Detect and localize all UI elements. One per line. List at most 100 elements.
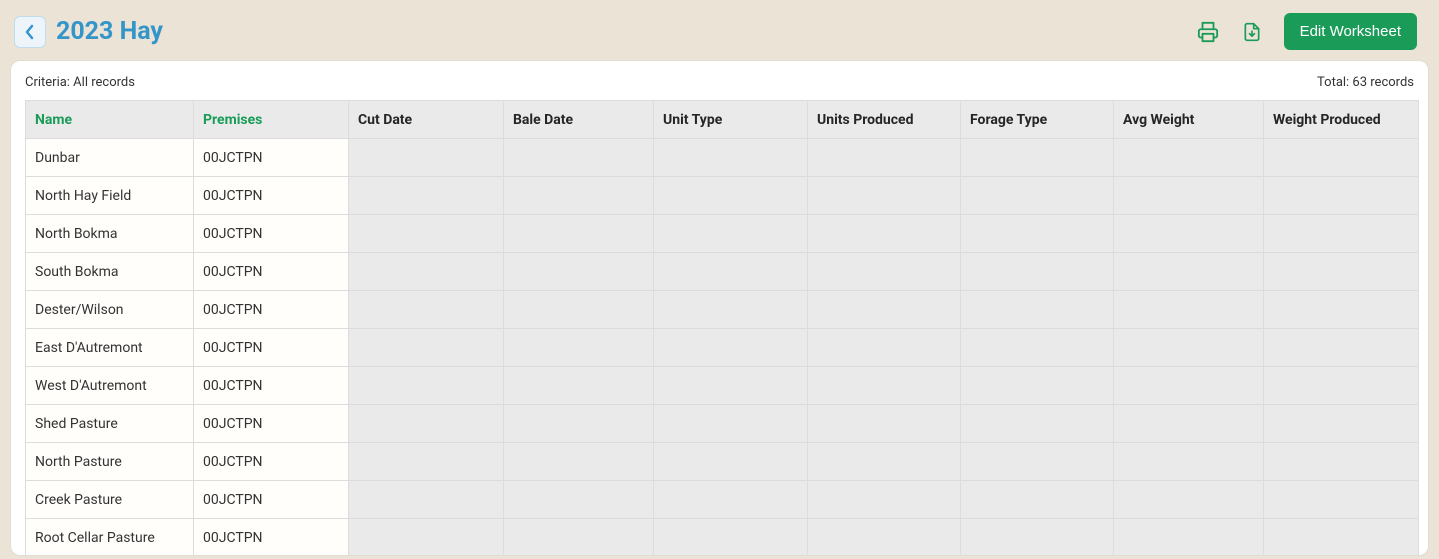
cell-weight_produced[interactable] bbox=[1264, 139, 1419, 177]
cell-avg_weight[interactable] bbox=[1114, 253, 1264, 291]
cell-bale_date[interactable] bbox=[504, 177, 654, 215]
cell-weight_produced[interactable] bbox=[1264, 329, 1419, 367]
cell-units_produced[interactable] bbox=[808, 253, 961, 291]
cell-units_produced[interactable] bbox=[808, 291, 961, 329]
cell-forage_type[interactable] bbox=[961, 139, 1114, 177]
cell-forage_type[interactable] bbox=[961, 291, 1114, 329]
cell-premises[interactable]: 00JCTPN bbox=[194, 291, 349, 329]
cell-premises[interactable]: 00JCTPN bbox=[194, 367, 349, 405]
table-row[interactable]: Root Cellar Pasture00JCTPN bbox=[26, 519, 1419, 557]
cell-avg_weight[interactable] bbox=[1114, 519, 1264, 557]
cell-name[interactable]: Shed Pasture bbox=[26, 405, 194, 443]
cell-avg_weight[interactable] bbox=[1114, 329, 1264, 367]
print-button[interactable] bbox=[1196, 20, 1220, 44]
cell-forage_type[interactable] bbox=[961, 443, 1114, 481]
cell-name[interactable]: North Pasture bbox=[26, 443, 194, 481]
cell-units_produced[interactable] bbox=[808, 177, 961, 215]
cell-units_produced[interactable] bbox=[808, 443, 961, 481]
column-header[interactable]: Cut Date bbox=[349, 101, 504, 139]
cell-bale_date[interactable] bbox=[504, 215, 654, 253]
cell-weight_produced[interactable] bbox=[1264, 481, 1419, 519]
cell-weight_produced[interactable] bbox=[1264, 253, 1419, 291]
cell-unit_type[interactable] bbox=[654, 405, 808, 443]
cell-weight_produced[interactable] bbox=[1264, 291, 1419, 329]
cell-unit_type[interactable] bbox=[654, 139, 808, 177]
cell-premises[interactable]: 00JCTPN bbox=[194, 329, 349, 367]
cell-premises[interactable]: 00JCTPN bbox=[194, 177, 349, 215]
cell-avg_weight[interactable] bbox=[1114, 367, 1264, 405]
cell-name[interactable]: South Bokma bbox=[26, 253, 194, 291]
cell-avg_weight[interactable] bbox=[1114, 177, 1264, 215]
table-row[interactable]: North Bokma00JCTPN bbox=[26, 215, 1419, 253]
cell-units_produced[interactable] bbox=[808, 405, 961, 443]
cell-units_produced[interactable] bbox=[808, 519, 961, 557]
cell-forage_type[interactable] bbox=[961, 253, 1114, 291]
table-row[interactable]: West D'Autremont00JCTPN bbox=[26, 367, 1419, 405]
cell-weight_produced[interactable] bbox=[1264, 443, 1419, 481]
cell-units_produced[interactable] bbox=[808, 139, 961, 177]
column-header[interactable]: Bale Date bbox=[504, 101, 654, 139]
cell-avg_weight[interactable] bbox=[1114, 215, 1264, 253]
cell-bale_date[interactable] bbox=[504, 519, 654, 557]
cell-bale_date[interactable] bbox=[504, 481, 654, 519]
cell-weight_produced[interactable] bbox=[1264, 367, 1419, 405]
cell-cut_date[interactable] bbox=[349, 367, 504, 405]
cell-premises[interactable]: 00JCTPN bbox=[194, 405, 349, 443]
table-row[interactable]: North Pasture00JCTPN bbox=[26, 443, 1419, 481]
cell-units_produced[interactable] bbox=[808, 329, 961, 367]
cell-cut_date[interactable] bbox=[349, 177, 504, 215]
cell-weight_produced[interactable] bbox=[1264, 519, 1419, 557]
cell-cut_date[interactable] bbox=[349, 253, 504, 291]
table-row[interactable]: Creek Pasture00JCTPN bbox=[26, 481, 1419, 519]
cell-unit_type[interactable] bbox=[654, 177, 808, 215]
cell-name[interactable]: Creek Pasture bbox=[26, 481, 194, 519]
cell-bale_date[interactable] bbox=[504, 253, 654, 291]
cell-cut_date[interactable] bbox=[349, 139, 504, 177]
cell-forage_type[interactable] bbox=[961, 215, 1114, 253]
cell-premises[interactable]: 00JCTPN bbox=[194, 519, 349, 557]
cell-premises[interactable]: 00JCTPN bbox=[194, 139, 349, 177]
cell-name[interactable]: North Bokma bbox=[26, 215, 194, 253]
table-row[interactable]: North Hay Field00JCTPN bbox=[26, 177, 1419, 215]
cell-unit_type[interactable] bbox=[654, 291, 808, 329]
cell-unit_type[interactable] bbox=[654, 443, 808, 481]
cell-bale_date[interactable] bbox=[504, 443, 654, 481]
cell-cut_date[interactable] bbox=[349, 329, 504, 367]
cell-forage_type[interactable] bbox=[961, 367, 1114, 405]
cell-avg_weight[interactable] bbox=[1114, 405, 1264, 443]
column-header[interactable]: Weight Produced bbox=[1264, 101, 1419, 139]
column-header[interactable]: Name bbox=[26, 101, 194, 139]
column-header[interactable]: Units Produced bbox=[808, 101, 961, 139]
edit-worksheet-button[interactable]: Edit Worksheet bbox=[1284, 13, 1417, 50]
cell-cut_date[interactable] bbox=[349, 291, 504, 329]
cell-unit_type[interactable] bbox=[654, 253, 808, 291]
cell-unit_type[interactable] bbox=[654, 519, 808, 557]
table-row[interactable]: Dester/Wilson00JCTPN bbox=[26, 291, 1419, 329]
export-button[interactable] bbox=[1240, 20, 1264, 44]
cell-forage_type[interactable] bbox=[961, 177, 1114, 215]
cell-premises[interactable]: 00JCTPN bbox=[194, 481, 349, 519]
cell-weight_produced[interactable] bbox=[1264, 405, 1419, 443]
cell-unit_type[interactable] bbox=[654, 367, 808, 405]
cell-weight_produced[interactable] bbox=[1264, 177, 1419, 215]
table-row[interactable]: East D'Autremont00JCTPN bbox=[26, 329, 1419, 367]
cell-cut_date[interactable] bbox=[349, 443, 504, 481]
table-row[interactable]: Dunbar00JCTPN bbox=[26, 139, 1419, 177]
cell-name[interactable]: East D'Autremont bbox=[26, 329, 194, 367]
cell-forage_type[interactable] bbox=[961, 405, 1114, 443]
cell-forage_type[interactable] bbox=[961, 329, 1114, 367]
cell-name[interactable]: Dester/Wilson bbox=[26, 291, 194, 329]
cell-unit_type[interactable] bbox=[654, 215, 808, 253]
cell-avg_weight[interactable] bbox=[1114, 481, 1264, 519]
cell-bale_date[interactable] bbox=[504, 329, 654, 367]
cell-unit_type[interactable] bbox=[654, 329, 808, 367]
cell-units_produced[interactable] bbox=[808, 215, 961, 253]
table-row[interactable]: South Bokma00JCTPN bbox=[26, 253, 1419, 291]
cell-name[interactable]: North Hay Field bbox=[26, 177, 194, 215]
cell-bale_date[interactable] bbox=[504, 139, 654, 177]
cell-units_produced[interactable] bbox=[808, 367, 961, 405]
cell-forage_type[interactable] bbox=[961, 481, 1114, 519]
column-header[interactable]: Forage Type bbox=[961, 101, 1114, 139]
cell-units_produced[interactable] bbox=[808, 481, 961, 519]
column-header[interactable]: Premises bbox=[194, 101, 349, 139]
